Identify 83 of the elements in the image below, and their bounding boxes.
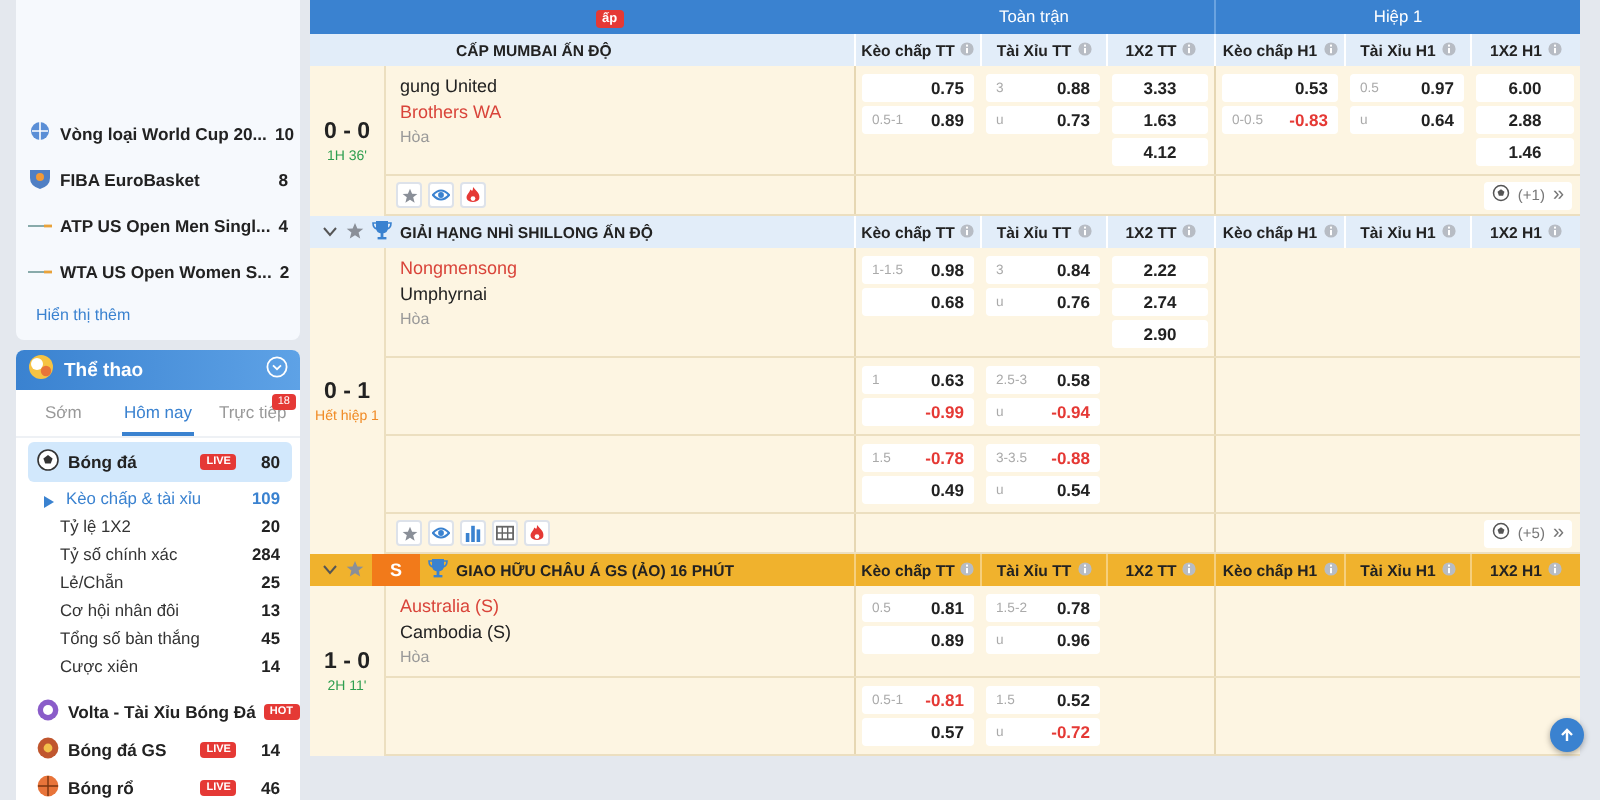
odds-button[interactable]: 0.57 bbox=[862, 718, 974, 746]
info-icon bbox=[960, 41, 975, 59]
star-icon[interactable] bbox=[346, 559, 364, 581]
market-item[interactable]: Tổng số bàn thắng 45 bbox=[28, 624, 292, 652]
brand-badge: S bbox=[372, 554, 421, 586]
item-count: 4 bbox=[278, 215, 288, 235]
star-icon[interactable] bbox=[396, 182, 422, 208]
panel-title: Thể thao bbox=[64, 359, 146, 381]
match-score: 0 - 1 bbox=[323, 379, 370, 403]
ball-icon bbox=[36, 697, 60, 725]
info-icon bbox=[1441, 223, 1456, 241]
odds-button[interactable]: 6.00 bbox=[1476, 74, 1574, 102]
league-name[interactable]: WTA US Open Women S... bbox=[60, 261, 272, 281]
info-icon bbox=[1182, 223, 1197, 241]
odds-button[interactable]: 1.46 bbox=[1476, 138, 1574, 166]
odds-button[interactable]: 4.12 bbox=[1112, 138, 1208, 166]
star-icon[interactable] bbox=[396, 520, 422, 546]
odds-button[interactable]: 2.90 bbox=[1112, 320, 1208, 348]
shield-icon bbox=[28, 165, 52, 193]
odds-button[interactable]: 2.74 bbox=[1112, 288, 1208, 316]
odds-button[interactable]: -0.99 bbox=[862, 398, 974, 426]
odds-button[interactable]: 0.75 bbox=[862, 74, 974, 102]
flame-icon[interactable] bbox=[524, 520, 550, 546]
market-item[interactable]: Cơ hội nhân đôi 13 bbox=[28, 596, 292, 624]
item-count: 8 bbox=[278, 169, 288, 189]
eye-icon[interactable] bbox=[428, 520, 454, 546]
table-icon[interactable] bbox=[492, 520, 518, 546]
show-more-link[interactable]: Hiển thị thêm bbox=[28, 294, 288, 332]
info-icon bbox=[1323, 223, 1338, 241]
league-name[interactable]: ATP US Open Men Singl... bbox=[60, 215, 271, 235]
arrow-up-icon bbox=[1560, 728, 1574, 742]
info-icon bbox=[1323, 41, 1338, 59]
league-name[interactable]: FIBA EuroBasket bbox=[60, 169, 271, 189]
info-icon bbox=[1548, 561, 1562, 579]
match-score: 0 - 0 bbox=[323, 119, 370, 143]
info-icon bbox=[960, 561, 975, 579]
info-icon bbox=[1077, 41, 1092, 59]
group-header: Toàn trận bbox=[997, 4, 1071, 30]
item-count: 2 bbox=[279, 261, 290, 281]
trophy-icon bbox=[428, 558, 449, 582]
odds-button[interactable]: 3.33 bbox=[1112, 74, 1208, 102]
team-name: Umphyrnai bbox=[400, 284, 490, 304]
draw-label: Hòa bbox=[400, 648, 432, 666]
match-score: 1 - 0 bbox=[323, 649, 370, 673]
odds-button[interactable]: 0.89 bbox=[862, 626, 974, 654]
team-name: Cambodia (S) bbox=[400, 622, 514, 642]
league-name[interactable]: Vòng loại World Cup 20... bbox=[60, 123, 267, 143]
chevron-icon[interactable] bbox=[322, 223, 338, 241]
market-item[interactable]: Cược xiên 14 bbox=[28, 652, 292, 680]
flame-icon[interactable] bbox=[460, 182, 486, 208]
basketball-icon bbox=[36, 773, 60, 800]
market-item[interactable]: Kèo chấp & tài xỉu 109 bbox=[28, 484, 292, 512]
market-item[interactable]: Lẻ/Chẵn 25 bbox=[28, 568, 292, 596]
odds-button[interactable]: 1.63 bbox=[1112, 106, 1208, 134]
team-name: gung United bbox=[400, 76, 500, 96]
info-icon bbox=[1323, 561, 1338, 579]
bar-chart-icon[interactable] bbox=[460, 520, 486, 546]
draw-label: Hòa bbox=[400, 128, 432, 146]
market-item[interactable]: Tỷ lệ 1X2 20 bbox=[28, 512, 292, 540]
team-name: Brothers WA bbox=[400, 102, 504, 122]
team-name: Nongmensong bbox=[400, 258, 520, 278]
odds-button[interactable]: 2.88 bbox=[1476, 106, 1574, 134]
odds-button[interactable]: 0.68 bbox=[862, 288, 974, 316]
info-icon bbox=[1182, 41, 1197, 59]
info-icon bbox=[1441, 41, 1456, 59]
draw-label: Hòa bbox=[400, 310, 432, 328]
eye-icon[interactable] bbox=[428, 182, 454, 208]
item-count: 10 bbox=[274, 123, 295, 143]
odds-button[interactable]: 0.53 bbox=[1222, 74, 1338, 102]
trophy-icon bbox=[372, 220, 392, 244]
info-icon bbox=[1077, 223, 1092, 241]
odds-button[interactable]: 0.49 bbox=[862, 476, 974, 504]
chevron-icon[interactable] bbox=[322, 561, 338, 579]
market-item[interactable]: Tỷ số chính xác 284 bbox=[28, 540, 292, 568]
odds-button[interactable]: 2.22 bbox=[1112, 256, 1208, 284]
info-icon bbox=[1182, 561, 1197, 579]
info-icon bbox=[960, 223, 975, 241]
info-icon bbox=[1441, 561, 1456, 579]
info-icon bbox=[1548, 41, 1562, 59]
info-icon bbox=[1077, 561, 1092, 579]
info-icon bbox=[1548, 223, 1562, 241]
team-name: Australia (S) bbox=[400, 596, 502, 616]
star-icon[interactable] bbox=[346, 221, 364, 243]
